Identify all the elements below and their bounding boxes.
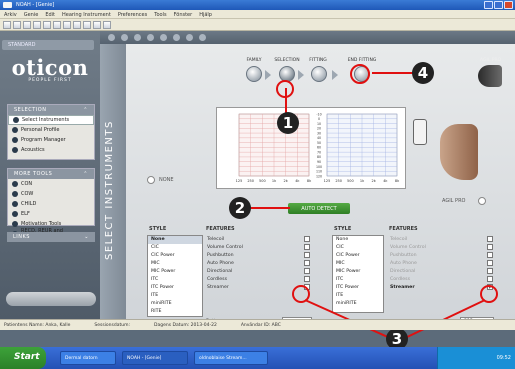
taskbar-item[interactable]: NOAH - [Genie] [122,351,188,365]
start-button[interactable]: Start [0,347,46,369]
status-patient: Patientens Namn: Anka, Kalle [4,323,71,328]
annotation-lines-3 [304,299,486,339]
status-bar: Patientens Namn: Anka, Kalle Sessionsdat… [0,319,515,330]
system-tray: 09:52 [437,347,515,369]
status-session: Sessionsdatum: [94,323,131,328]
clock: 09:52 [496,355,511,361]
taskbar-item[interactable]: Dermal datorn [60,351,116,365]
status-user: Användar ID: ABC [240,323,281,328]
taskbar-item[interactable]: oldnoblaise Stream... [194,351,268,365]
status-date: Dagens Datum: 2013-04-22 [154,323,217,328]
